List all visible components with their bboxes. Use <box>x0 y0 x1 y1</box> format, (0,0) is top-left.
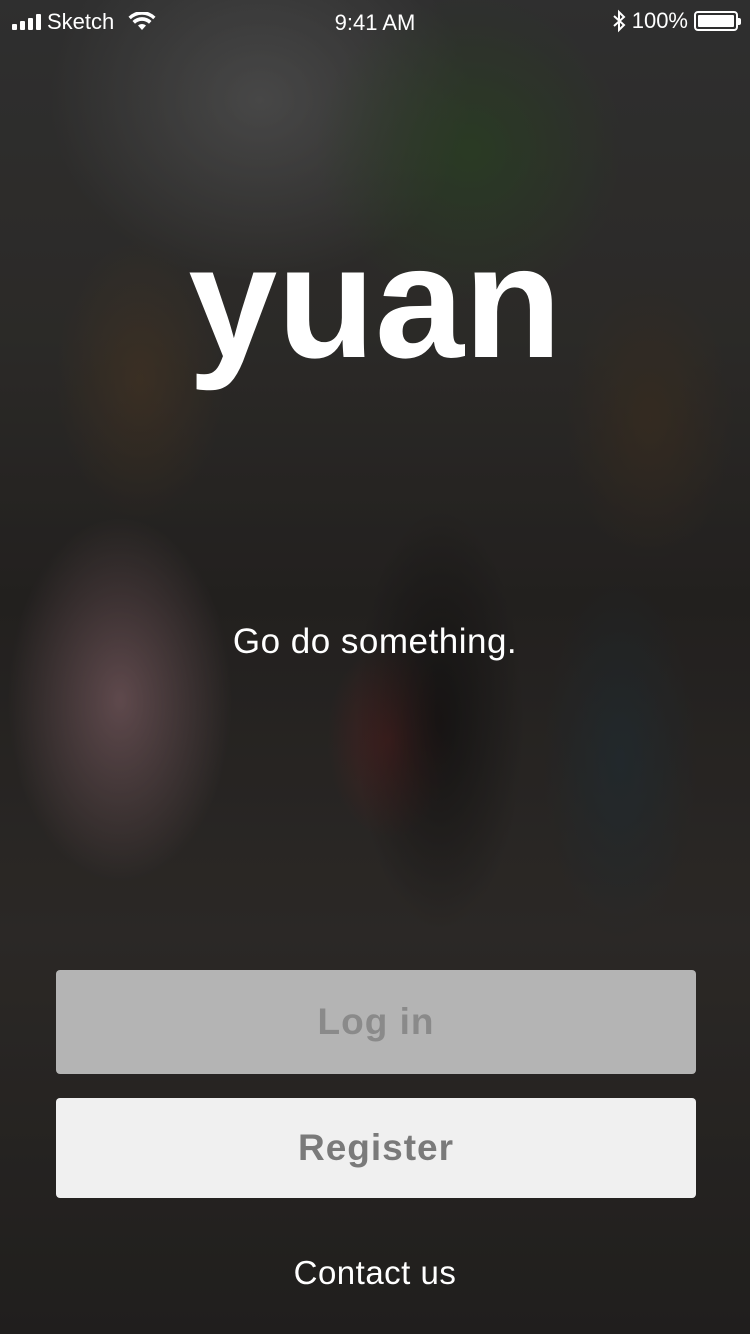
contact-us-link[interactable]: Contact us <box>0 1254 750 1292</box>
login-button[interactable]: Log in <box>56 970 696 1074</box>
battery-percent: 100% <box>631 8 688 33</box>
register-button[interactable]: Register <box>56 1098 696 1198</box>
tagline: Go do something. <box>232 622 518 661</box>
bluetooth-icon <box>613 9 626 33</box>
status-bar: Sketch 9:41 AM 100% <box>0 0 750 44</box>
status-bar-right: 100% <box>612 8 741 34</box>
battery-icon <box>694 11 741 31</box>
login-button-label: Log in <box>317 1001 435 1042</box>
app-logo: yuan <box>188 212 562 391</box>
welcome-screen: Sketch 9:41 AM 100% yuan Go do something… <box>0 0 750 1334</box>
register-button-label: Register <box>297 1127 455 1168</box>
